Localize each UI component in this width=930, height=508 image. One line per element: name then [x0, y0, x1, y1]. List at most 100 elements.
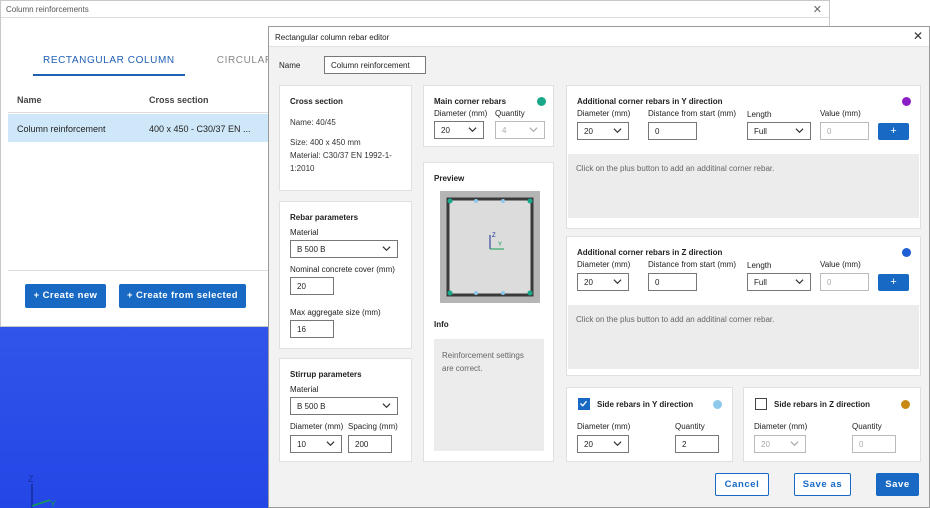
column-header-name[interactable]: Name	[17, 95, 42, 105]
top-strip	[830, 0, 930, 28]
add-y-value-label: Value (mm)	[820, 109, 861, 118]
main-corner-rebars-card: Main corner rebars Diameter (mm) Quantit…	[423, 85, 554, 147]
chevron-down-icon	[613, 279, 622, 285]
cross-section-material: Material: C30/37 EN 1992-1-1:2010	[290, 151, 392, 173]
add-y-distance-input[interactable]: 0	[648, 122, 697, 140]
rebar-material-select[interactable]: B 500 B	[290, 240, 398, 258]
info-header: Info	[434, 320, 449, 329]
stirrup-spacing-label: Spacing (mm)	[348, 422, 398, 431]
side-y-quantity-label: Quantity	[675, 422, 705, 431]
stirrup-spacing-input[interactable]: 200	[348, 435, 392, 453]
axis-y-label: Y	[50, 499, 56, 508]
cross-section-header: Cross section	[290, 97, 343, 106]
dialog-title: Rectangular column rebar editor	[275, 33, 390, 42]
side-z-diameter-select: 20	[754, 435, 806, 453]
column-header-cross-section[interactable]: Cross section	[149, 95, 209, 105]
concrete-cover-input[interactable]: 20	[290, 277, 334, 295]
chevron-down-icon	[795, 128, 804, 134]
cross-section-preview: Z Y	[440, 191, 540, 303]
name-label: Name	[279, 61, 301, 70]
chevron-down-icon	[468, 127, 477, 133]
stirrup-material-label: Material	[290, 385, 319, 394]
table-row[interactable]: Column reinforcement 400 x 450 - C30/37 …	[8, 114, 270, 142]
window-titlebar: Column reinforcements ✕	[1, 1, 829, 18]
add-y-diameter-select[interactable]: 20	[577, 122, 629, 140]
add-y-color-dot	[902, 97, 911, 106]
add-z-value-label: Value (mm)	[820, 260, 861, 269]
additional-corner-z-card: Additional corner rebars in Z direction …	[566, 236, 921, 376]
main-corner-quantity-label: Quantity	[495, 109, 525, 118]
info-message: Reinforcement settings are correct.	[434, 339, 544, 451]
divider	[8, 270, 270, 271]
add-y-length-select[interactable]: Full	[747, 122, 811, 140]
cancel-button[interactable]: Cancel	[715, 473, 769, 496]
close-icon[interactable]: ✕	[813, 3, 822, 16]
main-corner-diameter-select[interactable]: 20	[434, 121, 484, 139]
stirrup-parameters-header: Stirrup parameters	[290, 370, 362, 379]
main-corner-header: Main corner rebars	[434, 97, 507, 106]
preview-card: Preview Z Y Info Reinforcement settings …	[423, 162, 554, 462]
name-input[interactable]: Column reinforcement	[324, 56, 426, 74]
main-corner-diameter-label: Diameter (mm)	[434, 109, 488, 118]
cross-section-card: Cross section Name: 40/45 Size: 400 x 45…	[279, 85, 412, 191]
add-y-distance-label: Distance from start (mm)	[648, 109, 737, 118]
check-icon	[580, 400, 588, 407]
corner-rebar-dot	[527, 290, 533, 296]
add-y-diameter-label: Diameter (mm)	[577, 109, 631, 118]
cross-section-size: Size: 400 x 450 mm	[290, 138, 361, 147]
stirrup-material-select[interactable]: B 500 B	[290, 397, 398, 415]
side-z-diameter-value: 20	[761, 440, 770, 449]
main-corner-color-dot	[537, 97, 546, 106]
stirrup-parameters-card: Stirrup parameters Material B 500 B Diam…	[279, 358, 412, 462]
add-z-plus-button[interactable]: +	[878, 274, 909, 291]
row-cross-section: 400 x 450 - C30/37 EN ...	[149, 124, 251, 134]
add-z-diameter-select[interactable]: 20	[577, 273, 629, 291]
side-rebar-dot	[501, 199, 505, 203]
stirrup-material-value: B 500 B	[297, 402, 326, 411]
aggregate-size-input[interactable]: 16	[290, 320, 334, 338]
add-y-length-label: Length	[747, 110, 772, 119]
side-y-header: Side rebars in Y direction	[597, 400, 694, 409]
create-from-selected-button[interactable]: + Create from selected	[119, 284, 246, 308]
side-y-quantity-input[interactable]: 2	[675, 435, 719, 453]
aggregate-size-label: Max aggregate size (mm)	[290, 308, 381, 317]
main-corner-quantity-value: 4	[502, 126, 507, 135]
tab-rectangular-column[interactable]: RECTANGULAR COLUMN	[33, 49, 185, 76]
view-axes-icon: Z Y	[28, 474, 56, 508]
add-z-note: Click on the plus button to add an addit…	[568, 305, 919, 369]
side-rebar-dot	[474, 199, 478, 203]
side-y-checkbox[interactable]	[578, 398, 590, 410]
rebar-parameters-header: Rebar parameters	[290, 213, 359, 222]
add-z-diameter-label: Diameter (mm)	[577, 260, 631, 269]
save-button[interactable]: Save	[876, 473, 919, 496]
window-title: Column reinforcements	[6, 5, 89, 14]
create-new-button[interactable]: + Create new	[25, 284, 106, 308]
add-z-color-dot	[902, 248, 911, 257]
rebar-parameters-card: Rebar parameters Material B 500 B Nomina…	[279, 201, 412, 349]
cross-section-name: Name: 40/45	[290, 118, 336, 127]
corner-rebar-dot	[447, 198, 453, 204]
rebar-editor-dialog: Rectangular column rebar editor ✕ Name C…	[268, 26, 930, 508]
add-y-diameter-value: 20	[584, 127, 593, 136]
dialog-close-icon[interactable]: ✕	[913, 29, 923, 43]
save-as-button[interactable]: Save as	[794, 473, 851, 496]
chevron-down-icon	[613, 128, 622, 134]
side-z-checkbox[interactable]	[755, 398, 767, 410]
preview-z-label: Z	[492, 233, 496, 239]
add-z-distance-input[interactable]: 0	[648, 273, 697, 291]
add-z-distance-label: Distance from start (mm)	[648, 260, 737, 269]
add-y-length-value: Full	[754, 127, 767, 136]
chevron-down-icon	[326, 441, 335, 447]
add-z-diameter-value: 20	[584, 278, 593, 287]
stirrup-diameter-value: 10	[297, 440, 306, 449]
add-y-plus-button[interactable]: +	[878, 123, 909, 140]
stirrup-diameter-select[interactable]: 10	[290, 435, 342, 453]
table-header: Name Cross section	[8, 87, 270, 113]
side-y-diameter-select[interactable]: 20	[577, 435, 629, 453]
rebar-material-label: Material	[290, 228, 319, 237]
side-z-header: Side rebars in Z direction	[774, 400, 871, 409]
add-z-length-select[interactable]: Full	[747, 273, 811, 291]
row-name: Column reinforcement	[17, 124, 106, 134]
side-rebars-z-card: Side rebars in Z direction Diameter (mm)…	[743, 387, 921, 462]
chevron-down-icon	[795, 279, 804, 285]
